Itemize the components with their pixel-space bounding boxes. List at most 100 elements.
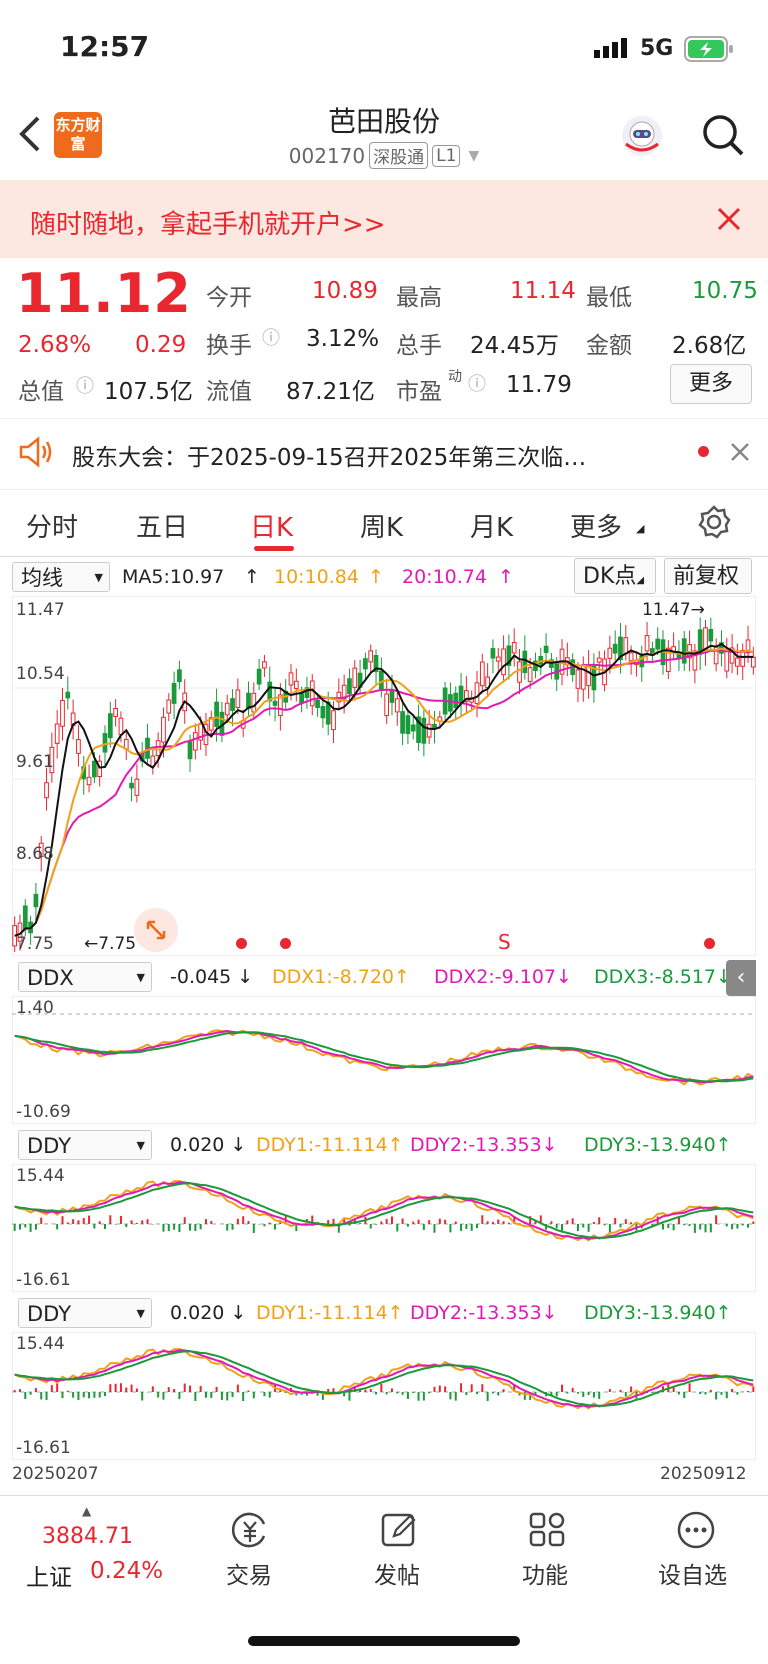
change-value: 0.29	[135, 332, 187, 358]
expand-icon[interactable]	[134, 908, 178, 952]
ddy-select-2[interactable]: DDY ▼	[18, 1298, 152, 1328]
candle-body	[501, 648, 506, 676]
ddy-select[interactable]: DDY ▼	[18, 1130, 152, 1160]
candle	[485, 663, 490, 698]
candle	[230, 689, 235, 727]
pe-label: 市盈	[396, 379, 442, 405]
banner-text[interactable]: 随时随地，拿起手机就开户>>	[30, 204, 386, 241]
index-value[interactable]: 3884.71	[42, 1524, 133, 1549]
candle-body	[410, 724, 416, 732]
close-icon[interactable]	[716, 206, 742, 236]
candle	[97, 754, 103, 787]
ddy2-label-2: DDY2:-13.353↓	[410, 1302, 558, 1324]
candle-body	[479, 661, 485, 687]
tab-daily-k[interactable]: 日K	[250, 507, 293, 544]
search-icon[interactable]	[702, 114, 746, 162]
info-icon[interactable]: ⓘ	[76, 372, 94, 398]
notice-text[interactable]: 股东大会：于2025-09-15召开2025年第三次临…	[72, 438, 586, 472]
trade-icon[interactable]	[230, 1510, 270, 1554]
battery-icon	[684, 36, 734, 66]
candle	[293, 668, 299, 702]
open-label: 今开	[206, 285, 252, 311]
ddy1-text: DDY1:-11.114	[256, 1302, 388, 1324]
home-indicator	[248, 1636, 520, 1646]
nav-functions[interactable]: 功能	[522, 1556, 568, 1590]
candle	[692, 643, 698, 684]
open-value: 10.89	[312, 278, 378, 304]
candle	[384, 678, 390, 724]
index-name[interactable]: 上证	[26, 1558, 72, 1592]
tab-intraday[interactable]: 分时	[26, 507, 78, 544]
robot-avatar-icon[interactable]	[620, 114, 664, 162]
more-dots-icon[interactable]	[676, 1510, 716, 1554]
close-icon[interactable]	[730, 442, 750, 466]
info-icon[interactable]: ⓘ	[468, 370, 486, 396]
candle	[235, 678, 241, 715]
dk-point-button[interactable]: DK点◢	[574, 558, 656, 594]
tab-five-day[interactable]: 五日	[136, 507, 188, 544]
more-button[interactable]: 更多	[670, 364, 752, 404]
candle-body	[363, 658, 368, 670]
info-icon[interactable]: ⓘ	[262, 324, 280, 350]
index-pct[interactable]: 0.24%	[90, 1558, 163, 1584]
ddx-y-bottom: -10.69	[16, 1102, 71, 1122]
candle	[506, 634, 512, 680]
candle	[580, 656, 586, 702]
candle-body	[92, 760, 97, 778]
candle-body	[607, 647, 613, 659]
nav-trade[interactable]: 交易	[226, 1556, 272, 1590]
candle-body	[251, 692, 257, 713]
candle-body	[177, 669, 182, 683]
candle	[650, 641, 655, 664]
ddy-chart-2[interactable]	[12, 1332, 756, 1460]
candle-body	[724, 650, 730, 672]
signal-dot	[280, 938, 291, 949]
tab-monthly-k[interactable]: 月K	[470, 507, 513, 544]
gear-icon[interactable]	[696, 504, 732, 544]
chevron-down-icon[interactable]: ▼	[468, 148, 479, 164]
amount-label: 金额	[586, 333, 632, 359]
candle	[60, 688, 65, 741]
y-label-2: 10.54	[16, 664, 65, 684]
ddx-chart[interactable]	[12, 996, 756, 1124]
candle-body	[256, 668, 262, 685]
indicator-select-label: 均线	[21, 566, 63, 590]
candle	[320, 699, 326, 728]
ddx-select[interactable]: DDX ▼	[18, 962, 152, 992]
mktcap-label: 总值	[18, 379, 64, 405]
kline-chart[interactable]	[12, 596, 756, 956]
date-end: 20250912	[660, 1464, 747, 1484]
tab-more[interactable]: 更多	[570, 507, 622, 544]
ddy-y-bottom: -16.61	[16, 1270, 71, 1290]
post-icon[interactable]	[380, 1510, 420, 1554]
ddy-chart[interactable]	[12, 1164, 756, 1292]
sell-mark: S	[498, 930, 511, 954]
candle	[405, 708, 411, 745]
low-value: 10.75	[692, 278, 758, 304]
candle-body	[224, 702, 230, 716]
nav-post[interactable]: 发帖	[374, 1556, 420, 1590]
tab-weekly-k[interactable]: 周K	[360, 507, 403, 544]
candle	[671, 632, 676, 660]
high-label: 最高	[396, 285, 442, 311]
candle-body	[596, 657, 602, 663]
nav-add-watchlist[interactable]: 设自选	[658, 1556, 727, 1590]
ddy2-label: DDY2:-13.353↓	[410, 1134, 558, 1156]
candle-body	[44, 782, 49, 799]
ma10-label: 10:10.84	[274, 566, 359, 588]
candle-body	[655, 638, 661, 650]
candle	[86, 764, 92, 793]
float-label: 流值	[206, 379, 252, 405]
collapse-icon[interactable]: ‹	[726, 960, 756, 996]
pe-value: 11.79	[506, 372, 572, 398]
ddy2-text: DDY2:-13.353	[410, 1134, 542, 1156]
chevron-down-icon[interactable]: ◢	[636, 522, 644, 535]
candle-body	[708, 628, 714, 642]
adjust-button[interactable]: 前复权	[664, 558, 752, 594]
ddx3-text: DDX3:-8.517	[594, 966, 717, 988]
candle-body	[113, 708, 118, 717]
indicator-select[interactable]: 均线 ▼	[12, 562, 110, 592]
dk-point-label: DK点	[583, 564, 637, 589]
candle	[262, 654, 267, 678]
apps-icon[interactable]	[528, 1510, 568, 1554]
